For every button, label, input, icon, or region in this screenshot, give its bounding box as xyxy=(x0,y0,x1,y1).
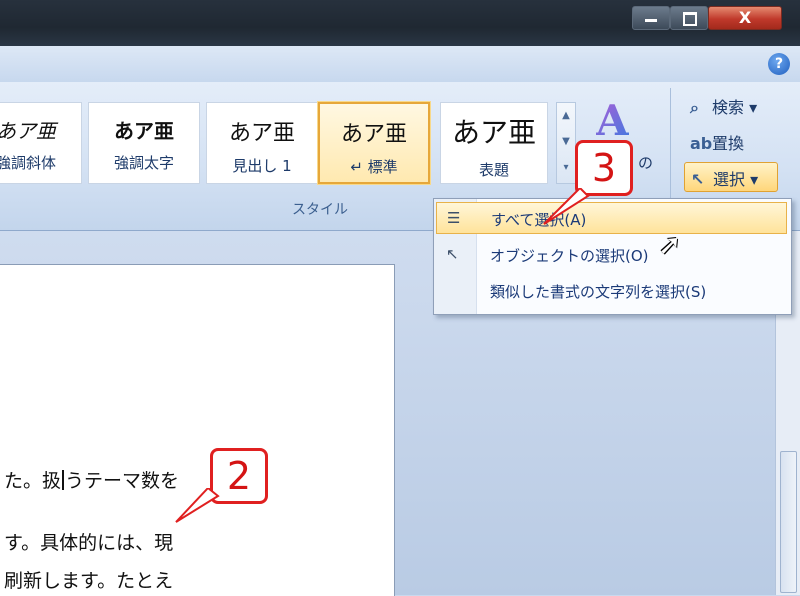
menu-item-label: オブジェクトの選択(O) xyxy=(490,247,649,265)
select-all-icon: ☰ xyxy=(447,209,461,227)
style-name: 表題 xyxy=(478,161,509,179)
gallery-more-icon[interactable]: ▾ xyxy=(557,155,575,181)
minimize-icon xyxy=(645,19,657,22)
scroll-down-icon[interactable]: ▼ xyxy=(557,129,575,155)
menu-item-select-all[interactable]: ☰ すべて選択(A) xyxy=(436,202,787,234)
help-icon[interactable]: ? xyxy=(768,53,790,75)
pointer-icon: ↖ xyxy=(446,245,459,263)
style-name: 見出し 1 xyxy=(232,157,292,175)
change-styles-icon: A xyxy=(596,96,629,145)
mouse-cursor-icon: ➚ xyxy=(658,228,682,261)
window-title-bar: X xyxy=(0,0,800,46)
style-name: 強調斜体 xyxy=(0,154,56,172)
replace-icon: ab xyxy=(690,134,713,153)
style-heading-1[interactable]: あア亜 見出し 1 xyxy=(206,102,318,184)
ribbon-tab-strip: ? xyxy=(0,46,800,83)
maximize-icon xyxy=(683,12,697,26)
style-name: 強調太字 xyxy=(113,154,174,172)
scrollbar-thumb[interactable] xyxy=(780,451,797,593)
menu-item-select-objects[interactable]: ↖ オブジェクトの選択(O) xyxy=(436,239,787,271)
text-after-caret: うテーマ数を xyxy=(65,470,180,492)
style-sample: あア亜 xyxy=(340,122,407,147)
replace-button[interactable]: ab置換 xyxy=(690,130,744,154)
menu-item-label: 類似した書式の文字列を選択(S) xyxy=(490,283,707,301)
style-sample: あア亜 xyxy=(0,119,56,143)
close-button[interactable]: X xyxy=(708,6,782,30)
style-normal[interactable]: あア亜 ↵ 標準 xyxy=(318,102,430,184)
document-line[interactable]: す。具体的には、現 xyxy=(4,528,173,555)
style-sample: あア亜 xyxy=(114,119,174,143)
minimize-button[interactable] xyxy=(632,6,670,30)
change-styles-label: の xyxy=(638,154,654,172)
text-caret xyxy=(62,470,65,490)
style-sample: あア亜 xyxy=(451,116,536,149)
style-strong[interactable]: あア亜 強調太字 xyxy=(88,102,200,184)
callout-3-pointer xyxy=(543,188,590,225)
scroll-up-icon[interactable]: ▲ xyxy=(557,103,575,129)
style-sample: あア亜 xyxy=(228,121,295,146)
style-title[interactable]: あア亜 表題 xyxy=(440,102,548,184)
callout-2-pointer xyxy=(175,488,220,523)
style-name: ↵ 標準 xyxy=(350,158,398,176)
select-dropdown-menu: ☰ すべて選択(A) ↖ オブジェクトの選択(O) 類似した書式の文字列を選択(… xyxy=(433,198,792,315)
style-emphasis-italic[interactable]: あア亜 強調斜体 xyxy=(0,102,82,184)
find-button[interactable]: ⌕ 検索 ▾ xyxy=(690,94,757,118)
close-icon: X xyxy=(738,8,752,27)
maximize-button[interactable] xyxy=(670,6,708,30)
document-line[interactable]: た。扱 うテーマ数を xyxy=(4,466,179,493)
pointer-icon: ↖ xyxy=(691,170,705,189)
style-gallery-scroll[interactable]: ▲ ▼ ▾ xyxy=(556,102,576,184)
select-label: 選択 ▾ xyxy=(713,170,759,189)
replace-label: 置換 xyxy=(712,134,745,153)
document-line[interactable]: 刷新します。たとえ xyxy=(4,566,173,593)
menu-item-select-similar-formatting[interactable]: 類似した書式の文字列を選択(S) xyxy=(436,275,787,307)
find-label: 検索 ▾ xyxy=(712,98,758,117)
binoculars-icon: ⌕ xyxy=(690,98,699,117)
select-button[interactable]: ↖ 選択 ▾ xyxy=(684,162,778,192)
text-before-caret: た。扱 xyxy=(4,470,62,492)
